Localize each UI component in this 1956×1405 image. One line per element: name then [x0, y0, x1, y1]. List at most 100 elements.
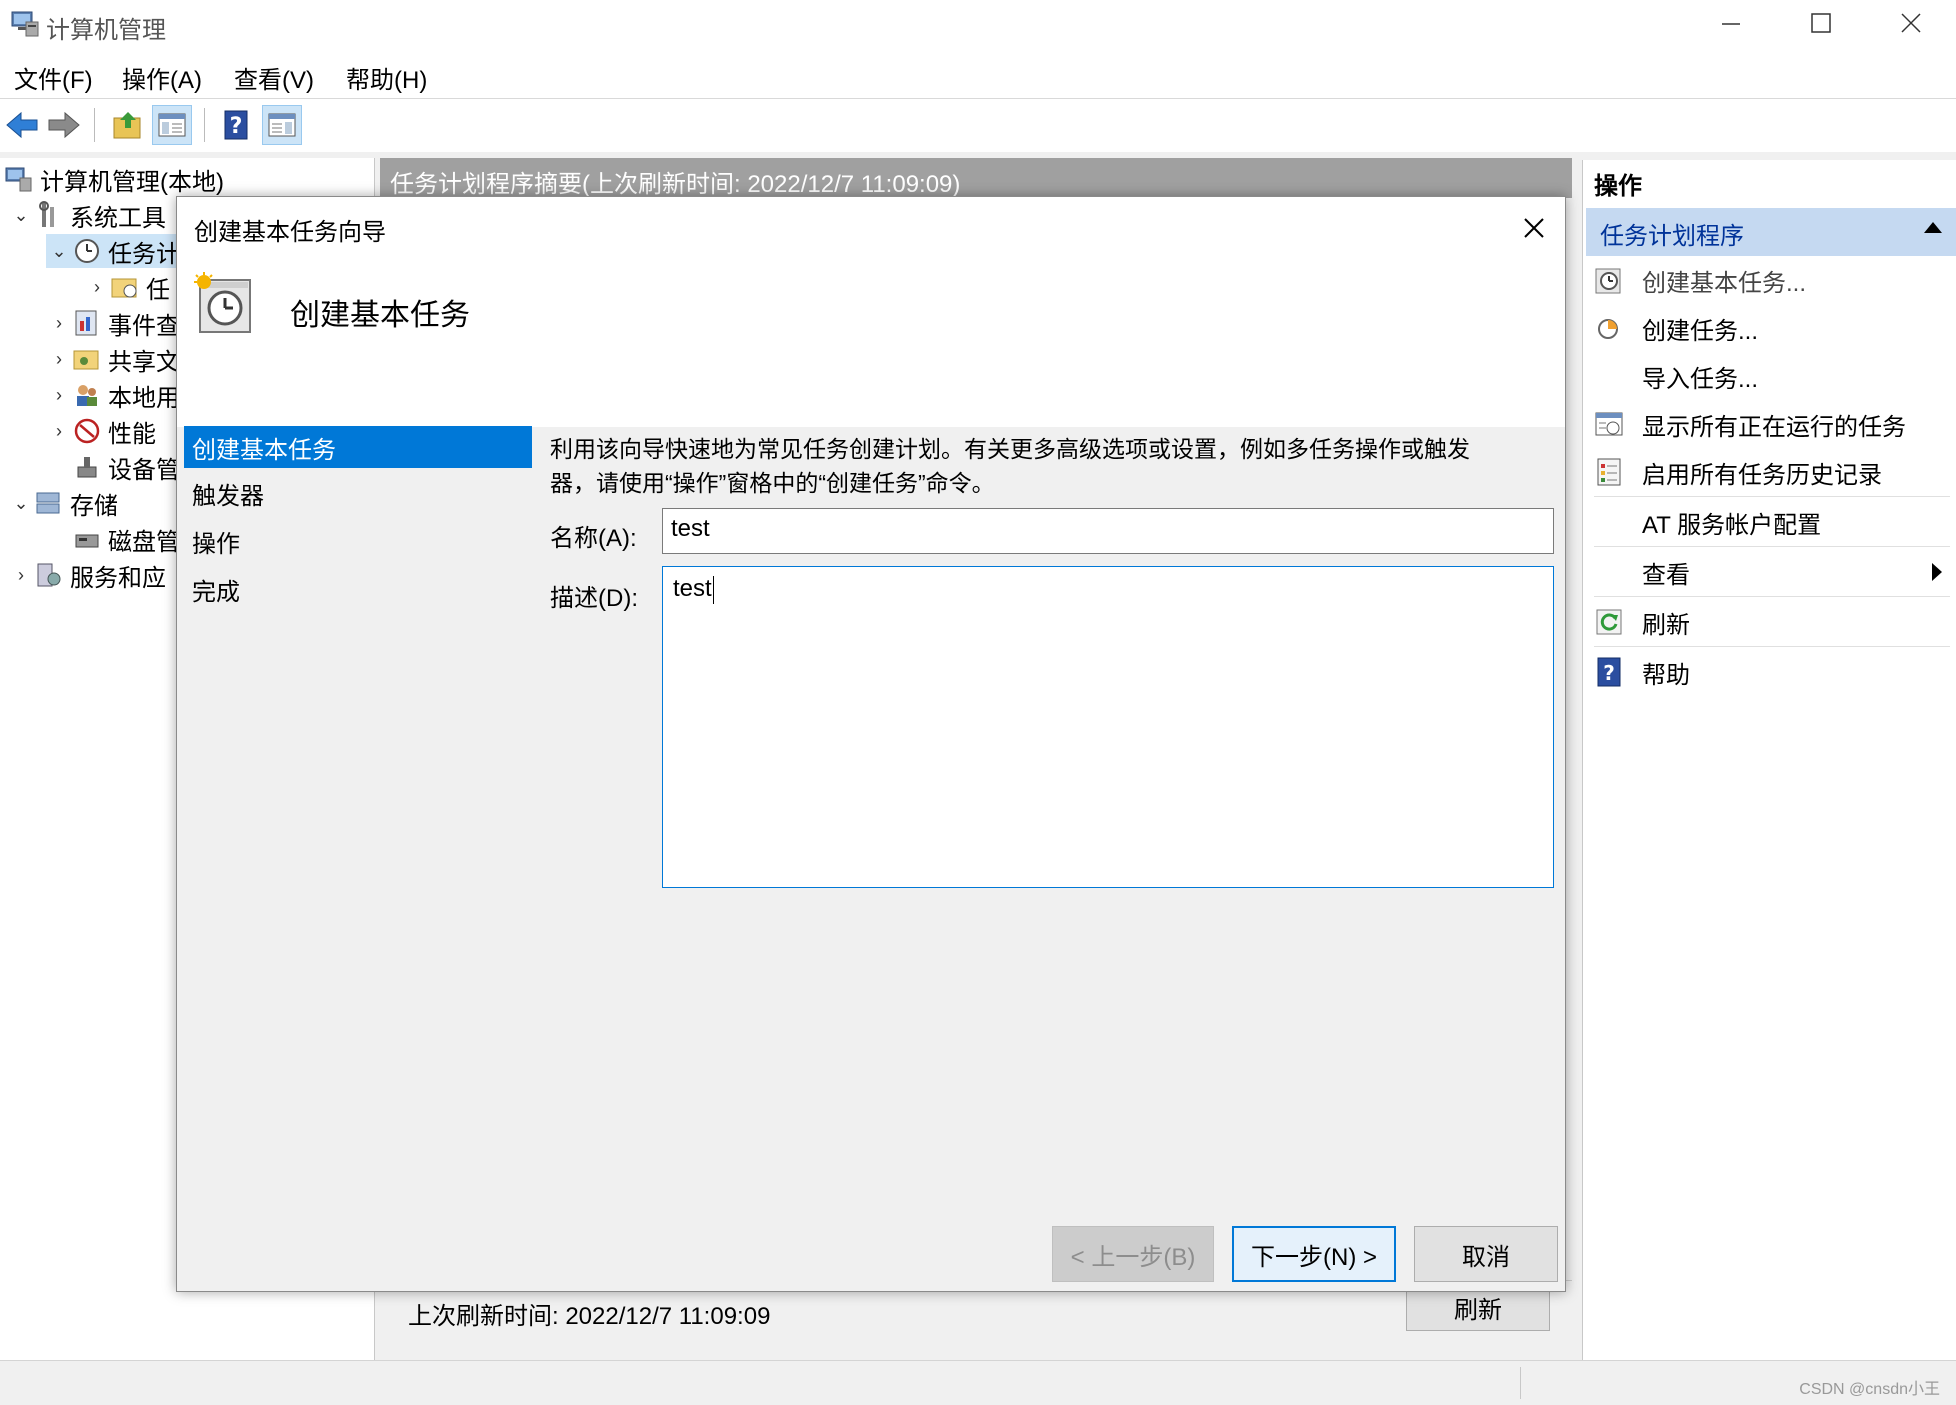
- menu-view[interactable]: 查看(V): [234, 60, 314, 95]
- action-label: 查看: [1642, 561, 1690, 589]
- action-label: 启用所有任务历史记录: [1642, 461, 1882, 489]
- action-at-service-account[interactable]: AT 服务帐户配置: [1594, 502, 1950, 542]
- description-input[interactable]: test: [662, 566, 1554, 888]
- action-view-submenu[interactable]: 查看: [1594, 552, 1950, 592]
- tree-label: 任务计: [108, 240, 180, 268]
- tree-item-performance[interactable]: › 性能: [46, 414, 156, 448]
- tree-item-system-tools[interactable]: ⌄ 系统工具: [8, 198, 166, 232]
- wizard-step-trigger[interactable]: 触发器: [184, 472, 532, 514]
- actions-separator: [1594, 646, 1950, 647]
- minimize-button[interactable]: [1686, 0, 1776, 46]
- device-manager-icon: [77, 457, 97, 478]
- svg-text:?: ?: [1603, 661, 1615, 685]
- next-step-button[interactable]: 下一步(N) >: [1232, 1226, 1396, 1282]
- cancel-button[interactable]: 取消: [1414, 1226, 1558, 1282]
- tree-item-shared-folders[interactable]: › 共享文: [46, 342, 180, 376]
- back-step-button[interactable]: < 上一步(B): [1052, 1226, 1214, 1282]
- back-arrow-icon: [6, 111, 38, 139]
- tree-item-task-library[interactable]: › 任: [84, 270, 170, 304]
- services-icon: [37, 563, 61, 587]
- wizard-heading: 创建基本任务: [290, 299, 470, 332]
- tree-item-storage[interactable]: ⌄ 存储: [8, 486, 118, 520]
- menu-file[interactable]: 文件(F): [14, 60, 93, 95]
- menu-divider: [0, 98, 1956, 99]
- tree-item-device-manager[interactable]: 设备管: [72, 450, 180, 484]
- maximize-icon: [1811, 13, 1831, 33]
- tree-item-task-scheduler[interactable]: ⌄ 任务计: [46, 234, 186, 268]
- maximize-button[interactable]: [1776, 0, 1866, 46]
- status-bar: CSDN @cnsdn小王: [0, 1360, 1956, 1405]
- chevron-right-icon[interactable]: ›: [46, 349, 72, 370]
- disk-icon: [75, 534, 99, 548]
- name-input[interactable]: test: [662, 508, 1554, 554]
- close-window-button[interactable]: [1866, 0, 1956, 46]
- tree-item-local-users[interactable]: › 本地用: [46, 378, 180, 412]
- close-icon: [1524, 218, 1544, 238]
- menu-help[interactable]: 帮助(H): [346, 60, 427, 95]
- help-book-icon: ?: [224, 110, 248, 140]
- tree-item-services[interactable]: › 服务和应: [8, 558, 166, 592]
- action-help[interactable]: ? 帮助: [1594, 652, 1950, 692]
- running-tasks-icon: [1595, 412, 1623, 436]
- wizard-description: 利用该向导快速地为常见任务创建计划。有关更多高级选项或设置，例如多任务操作或触发…: [550, 432, 1550, 500]
- forward-button[interactable]: [44, 105, 84, 145]
- action-refresh[interactable]: 刷新: [1594, 602, 1950, 642]
- status-divider: [1520, 1367, 1521, 1399]
- computer-management-icon: [11, 11, 39, 37]
- chevron-right-icon[interactable]: ›: [46, 313, 72, 334]
- blank-icon: [1594, 361, 1624, 391]
- wizard-step-action[interactable]: 操作: [184, 520, 532, 562]
- tree-item-root[interactable]: 计算机管理(本地): [4, 162, 224, 196]
- back-button[interactable]: [2, 105, 42, 145]
- action-import-task[interactable]: 导入任务...: [1594, 356, 1950, 396]
- create-basic-task-icon: [1595, 268, 1621, 294]
- collapse-up-icon[interactable]: [1924, 222, 1942, 233]
- blank-icon: [1594, 507, 1624, 537]
- window-title: 计算机管理: [46, 17, 166, 44]
- create-task-icon: [1598, 319, 1618, 339]
- chevron-right-icon[interactable]: ›: [46, 421, 72, 442]
- action-create-task[interactable]: 创建任务...: [1594, 308, 1950, 348]
- chevron-right-icon[interactable]: ›: [84, 277, 110, 298]
- action-enable-task-history[interactable]: 启用所有任务历史记录: [1594, 452, 1950, 492]
- tree-label: 服务和应: [70, 564, 166, 592]
- actions-section-task-scheduler[interactable]: 任务计划程序: [1586, 208, 1956, 256]
- tree-label: 存储: [70, 492, 118, 520]
- action-label: 显示所有正在运行的任务: [1642, 413, 1906, 441]
- svg-text:?: ?: [230, 114, 243, 139]
- action-create-basic-task[interactable]: 创建基本任务...: [1594, 260, 1950, 300]
- close-icon: [1901, 13, 1921, 33]
- chevron-right-icon[interactable]: ›: [8, 565, 34, 586]
- action-label: AT 服务帐户配置: [1642, 511, 1822, 539]
- wizard-step-finish[interactable]: 完成: [184, 568, 532, 610]
- action-label: 导入任务...: [1642, 365, 1759, 393]
- name-label: 名称(A):: [550, 525, 637, 552]
- performance-icon: [74, 418, 100, 444]
- wizard-close-button[interactable]: [1512, 206, 1556, 250]
- folder-clock-icon: [111, 278, 137, 298]
- tools-icon: [39, 201, 54, 227]
- forward-arrow-icon: [48, 111, 80, 139]
- tree-item-event-viewer[interactable]: › 事件查: [46, 306, 180, 340]
- chevron-down-icon[interactable]: ⌄: [8, 205, 34, 226]
- tree-label: 本地用: [108, 384, 180, 412]
- show-hide-tree-button[interactable]: [152, 105, 192, 145]
- menu-action[interactable]: 操作(A): [122, 60, 202, 95]
- chevron-down-icon[interactable]: ⌄: [8, 493, 34, 514]
- shared-folder-icon: [73, 350, 99, 370]
- chevron-right-icon[interactable]: ›: [46, 385, 72, 406]
- action-label: 刷新: [1642, 611, 1690, 639]
- scheduled-task-icon: [194, 272, 251, 333]
- toolbar-separator: [204, 108, 205, 142]
- action-label: 帮助: [1642, 661, 1690, 689]
- wizard-step-create-basic-task[interactable]: 创建基本任务: [184, 426, 532, 468]
- help-toolbar-button[interactable]: ?: [216, 105, 256, 145]
- toolbar-separator: [94, 108, 95, 142]
- summary-header-text: 任务计划程序摘要(上次刷新时间: 2022/12/7 11:09:09): [390, 171, 961, 198]
- chevron-down-icon[interactable]: ⌄: [46, 241, 72, 262]
- up-folder-button[interactable]: [108, 105, 148, 145]
- menu-bar: 文件(F) 操作(A) 查看(V) 帮助(H): [0, 56, 1956, 96]
- action-show-running-tasks[interactable]: 显示所有正在运行的任务: [1594, 404, 1950, 444]
- show-hide-action-pane-button[interactable]: [262, 105, 302, 145]
- tree-item-disk-management[interactable]: 磁盘管: [72, 522, 180, 556]
